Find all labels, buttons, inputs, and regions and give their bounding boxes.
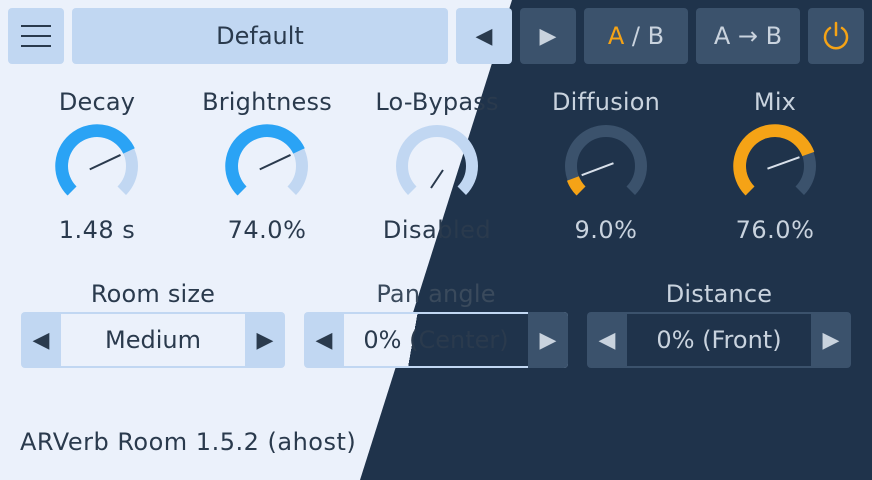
chevron-right-icon: ▶ (539, 23, 557, 49)
selector-label: Pan angle (376, 280, 496, 308)
selector-next-button[interactable]: ▶ (245, 312, 285, 368)
ab-toggle-button[interactable]: A / B (584, 8, 688, 64)
knob-decay[interactable] (47, 116, 147, 216)
copy-a-to-b-button[interactable]: A → B (696, 8, 800, 64)
selector-value: 0% (Front) (627, 314, 811, 366)
selector-prev-button[interactable]: ◀ (21, 312, 61, 368)
version-label: ARVerb Room 1.5.2 (ahost) (20, 428, 357, 456)
power-icon (823, 21, 849, 50)
selector-next-button[interactable]: ▶ (811, 312, 851, 368)
knob-value: 74.0% (227, 216, 307, 244)
selector-prev-button[interactable]: ◀ (587, 312, 627, 368)
knob-diffusion[interactable] (556, 116, 656, 216)
preset-name-button[interactable]: Default (72, 8, 448, 64)
hamburger-menu-icon (21, 25, 51, 47)
preset-next-button[interactable]: ▶ (520, 8, 576, 64)
knob-value: 9.0% (574, 216, 638, 244)
knob-brightness[interactable] (217, 116, 317, 216)
knob-lo-bypass[interactable] (387, 116, 487, 216)
knob-label: Lo-Bypass (375, 88, 499, 116)
preset-prev-button[interactable]: ◀ (456, 8, 512, 64)
selector-label: Room size (90, 280, 216, 308)
knob-label: Diffusion (551, 88, 661, 116)
selector-next-button[interactable]: ▶ (528, 312, 568, 368)
power-button[interactable] (808, 8, 864, 64)
selector-prev-button[interactable]: ◀ (304, 312, 344, 368)
knob-label: Decay (58, 88, 136, 116)
selector-pan-angle: ◀ 0% (Center) ▶ (304, 312, 568, 368)
selector-room-size: ◀ Medium ▶ (21, 312, 285, 368)
knob-value: 76.0% (735, 216, 815, 244)
ab-a-label: A (607, 22, 625, 50)
knob-value: 1.48 s (58, 216, 136, 244)
ab-separator: / (624, 22, 648, 50)
selector-value: 0% (Center) (344, 314, 528, 366)
knob-value: Disabled (382, 216, 492, 244)
selector-value: Medium (61, 314, 245, 366)
chevron-left-icon: ◀ (475, 23, 493, 49)
selector-distance: ◀ 0% (Front) ▶ (587, 312, 851, 368)
menu-button[interactable] (8, 8, 64, 64)
copy-a-to-b-label: A → B (713, 22, 783, 50)
knob-label: Brightness (202, 88, 332, 116)
preset-name-label: Default (216, 22, 304, 50)
knob-mix[interactable] (725, 116, 825, 216)
selector-label: Distance (665, 280, 773, 308)
knob-label: Mix (753, 88, 797, 116)
ab-b-label: B (647, 22, 665, 50)
